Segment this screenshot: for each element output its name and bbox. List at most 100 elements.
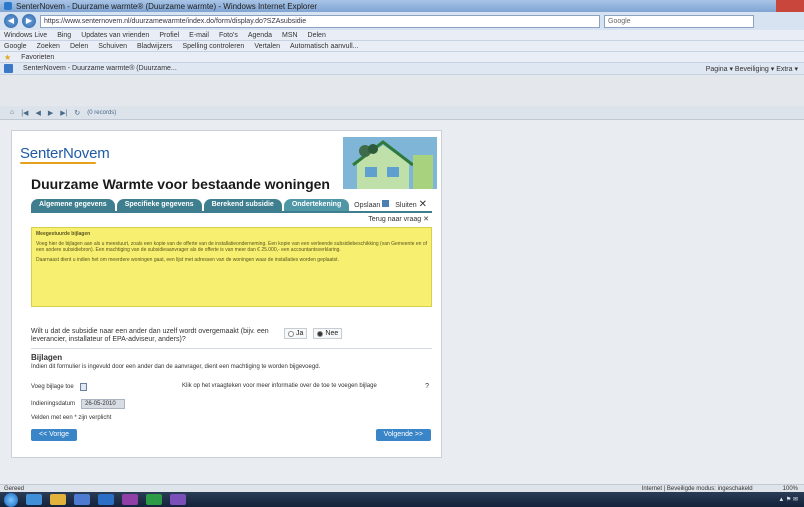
home-icon[interactable]: ⌂ <box>10 109 14 116</box>
senternovem-logo: SenterNovem <box>20 145 110 164</box>
record-count: (0 records) <box>87 109 117 116</box>
toolbar-item[interactable]: Agenda <box>248 32 272 39</box>
window-title: SenterNovem - Duurzame warmte® (Duurzame… <box>16 1 318 11</box>
toolbar-item[interactable]: Delen <box>70 43 88 50</box>
close-help-icon[interactable]: ✕ <box>423 216 429 223</box>
refresh-icon[interactable]: ↻ <box>74 109 80 117</box>
window-controls <box>740 0 804 12</box>
browser-tab-row: SenterNovem - Duurzame warmte® (Duurzame… <box>0 63 804 75</box>
google-toolbar: Google Zoeken Delen Schuiven Bladwijzers… <box>0 41 804 52</box>
form-tabs: Algemene gegevens Specifieke gegevens Be… <box>31 199 350 211</box>
tab-berekend-subsidie[interactable]: Berekend subsidie <box>203 199 282 211</box>
tab-specifieke-gegevens[interactable]: Specifieke gegevens <box>116 199 202 211</box>
forward-icon[interactable]: ▶ <box>22 14 36 28</box>
attachments-description: Indien dit formulier is ingevuld door ee… <box>31 364 321 370</box>
close-icon: ✕ <box>418 199 427 210</box>
save-button[interactable]: Opslaan <box>354 200 390 209</box>
app-toolbar: ⌂ |◀ ◀ ▶ ▶| ↻ (0 records) <box>0 106 804 120</box>
radio-ja[interactable]: Ja <box>284 328 308 339</box>
required-note: Velden met een * zijn verplicht <box>31 415 112 421</box>
back-icon[interactable]: ◀ <box>4 14 18 28</box>
help-heading: Meegestuurde bijlagen <box>36 231 91 237</box>
toolbar-item[interactable]: Windows Live <box>4 32 47 39</box>
help-paragraph: Voeg hier de bijlagen aan als u meestuur… <box>36 241 427 253</box>
tab-underline <box>31 211 432 213</box>
toolbar-item[interactable]: Profiel <box>159 32 179 39</box>
close-label: Sluiten <box>395 202 417 209</box>
browser-tab[interactable]: SenterNovem - Duurzame warmte® (Duurzame… <box>23 65 177 72</box>
url-field[interactable]: https://www.senternovem.nl/duurzamewarmt… <box>40 14 600 28</box>
tab-algemene-gegevens[interactable]: Algemene gegevens <box>31 199 115 211</box>
tab-page-icon <box>4 64 13 73</box>
toolbar-item[interactable]: Updates van vrienden <box>81 32 149 39</box>
toolbar-item[interactable]: Schuiven <box>98 43 127 50</box>
address-bar: ◀ ▶ https://www.senternovem.nl/duurzamew… <box>0 12 804 30</box>
subsidy-recipient-radio-group: Ja Nee <box>284 328 343 339</box>
word-taskbar-icon[interactable] <box>98 494 114 505</box>
window-titlebar: SenterNovem - Duurzame warmte® (Duurzame… <box>0 0 804 12</box>
excel-taskbar-icon[interactable] <box>146 494 162 505</box>
radio-label: Nee <box>325 330 339 337</box>
logo-underline <box>20 162 96 164</box>
radio-label: Ja <box>296 330 304 337</box>
zoom-level[interactable]: 100% <box>783 486 798 492</box>
previous-button[interactable]: << Vorige <box>31 429 77 441</box>
attachment-info-text: Klik op het vraagteken voor meer informa… <box>182 383 377 389</box>
start-button[interactable] <box>4 492 18 507</box>
media-taskbar-icon[interactable] <box>74 494 90 505</box>
form-actions: Opslaan Sluiten ✕ <box>354 199 427 210</box>
toolbar-item[interactable]: Foto's <box>219 32 238 39</box>
favorites-button[interactable]: Favorieten <box>21 54 54 61</box>
radio-nee[interactable]: Nee <box>313 328 343 339</box>
save-icon <box>382 200 390 207</box>
toolbar-item[interactable]: Zoeken <box>37 43 60 50</box>
minimize-button[interactable] <box>740 0 758 12</box>
toolbar-item[interactable]: Bladwijzers <box>137 43 172 50</box>
ie-taskbar-icon[interactable] <box>26 494 42 505</box>
star-icon: ★ <box>4 52 12 62</box>
status-text: Gereed <box>4 485 25 492</box>
last-icon[interactable]: ▶| <box>60 109 67 117</box>
house-illustration <box>343 137 437 189</box>
app-taskbar-icon[interactable] <box>122 494 138 505</box>
submission-date-field[interactable]: 26-05-2010 <box>81 399 126 409</box>
search-input[interactable]: Google <box>604 14 754 28</box>
date-label: Indieningsdatum <box>31 401 76 407</box>
maximize-button[interactable] <box>758 0 776 12</box>
next-button[interactable]: Volgende >> <box>375 429 431 441</box>
subsidy-recipient-question: Wilt u dat de subsidie naar een ander da… <box>31 328 269 343</box>
windows-live-toolbar: Windows Live Bing Updates van vrienden P… <box>0 30 804 41</box>
add-attachment-row: Voeg bijlage toe <box>31 383 87 391</box>
logo-text: SenterNovem <box>20 145 110 162</box>
toolbar-item[interactable]: E-mail <box>189 32 209 39</box>
back-to-question-link[interactable]: Terug naar vraag ✕ <box>368 215 429 223</box>
toolbar-item[interactable]: Delen <box>308 32 326 39</box>
close-window-button[interactable] <box>776 0 804 12</box>
toolbar-item[interactable]: Vertalen <box>254 43 280 50</box>
page-title: Duurzame Warmte voor bestaande woningen <box>31 176 330 192</box>
prev-icon[interactable]: ◀ <box>35 109 40 117</box>
save-label: Opslaan <box>354 202 381 209</box>
page-tools[interactable]: Pagina ▾ Beveiliging ▾ Extra ▾ <box>706 65 804 73</box>
close-form-button[interactable]: Sluiten ✕ <box>395 199 427 210</box>
explorer-taskbar-icon[interactable] <box>50 494 66 505</box>
help-paragraph: Daarnaast dient u indien het om meerdere… <box>36 257 339 263</box>
help-question-icon[interactable]: ? <box>425 383 429 390</box>
toolbar-item[interactable]: Bing <box>57 32 71 39</box>
next-icon[interactable]: ▶ <box>48 109 53 117</box>
favorites-bar: ★ Favorieten <box>0 52 804 63</box>
submission-date-row: Indieningsdatum 26-05-2010 <box>31 399 126 409</box>
taskbar: ▲ ⚑ ✉ <box>0 492 804 507</box>
toolbar-item[interactable]: Google <box>4 43 27 50</box>
toolbar-item[interactable]: Automatisch aanvull... <box>290 43 358 50</box>
toolbar-item[interactable]: MSN <box>282 32 298 39</box>
upload-icon[interactable] <box>79 383 87 391</box>
form-panel: SenterNovem Duurzame Warmte voor bestaan… <box>11 130 442 458</box>
tab-ondertekening[interactable]: Ondertekening <box>283 199 350 211</box>
first-icon[interactable]: |◀ <box>21 109 28 117</box>
back-link-label: Terug naar vraag <box>368 216 422 223</box>
system-tray[interactable]: ▲ ⚑ ✉ <box>778 496 804 503</box>
help-box: Meegestuurde bijlagen Voeg hier de bijla… <box>31 227 432 307</box>
toolbar-item[interactable]: Spelling controleren <box>182 43 244 50</box>
app2-taskbar-icon[interactable] <box>170 494 186 505</box>
